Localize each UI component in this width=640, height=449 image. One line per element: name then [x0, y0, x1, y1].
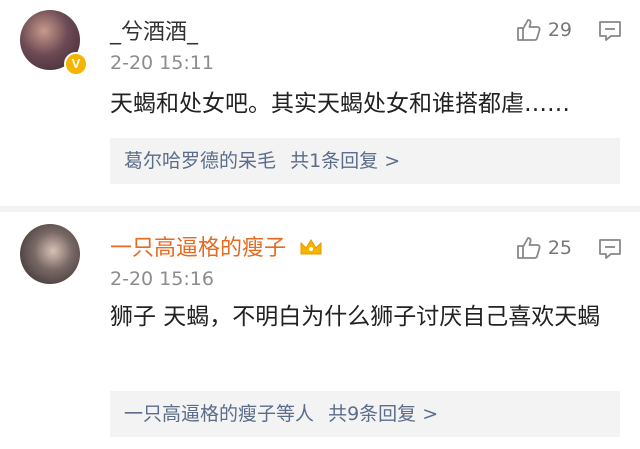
comment-text: 狮子 天蝎，不明白为什么狮子讨厌自己喜欢天蝎 [110, 304, 601, 330]
username[interactable]: 一只高逼格的瘦子 [110, 230, 323, 262]
reply-preview[interactable]: 葛尔哈罗德的呆毛 共1条回复 > [110, 138, 620, 184]
thumbs-up-icon [516, 19, 541, 41]
like-count: 29 [547, 19, 572, 41]
comment-icon[interactable] [598, 238, 622, 260]
reply-count-link[interactable]: 共9条回复 > [328, 403, 438, 425]
username-text: 一只高逼格的瘦子 [110, 236, 287, 261]
verified-badge-icon: V [64, 52, 88, 76]
reply-author[interactable]: 一只高逼格的瘦子等人 [124, 403, 314, 425]
like-count: 25 [547, 237, 572, 259]
reply-preview[interactable]: 一只高逼格的瘦子等人 共9条回复 > [110, 391, 620, 437]
timestamp: 2-20 15:16 [110, 268, 214, 290]
comment-item: V _兮酒酒_ 2-20 15:11 29 天蝎和处女吧。其实天蝎处女和谁搭都虐… [0, 0, 640, 206]
like-button[interactable]: 29 [516, 18, 572, 42]
comment-text: 天蝎和处女吧。其实天蝎处女和谁搭都虐…… [110, 91, 570, 117]
comment-item: 一只高逼格的瘦子 2-20 15:16 25 狮子 天蝎，不明白为什么狮子讨厌自… [0, 212, 640, 449]
timestamp: 2-20 15:11 [110, 52, 214, 74]
thumbs-up-icon [516, 237, 541, 259]
like-button[interactable]: 25 [516, 236, 572, 260]
avatar[interactable] [20, 224, 80, 284]
reply-author[interactable]: 葛尔哈罗德的呆毛 [124, 150, 276, 172]
crown-icon [300, 239, 322, 255]
comment-icon[interactable] [598, 20, 622, 42]
username[interactable]: _兮酒酒_ [110, 14, 198, 46]
reply-count-link[interactable]: 共1条回复 > [290, 150, 400, 172]
